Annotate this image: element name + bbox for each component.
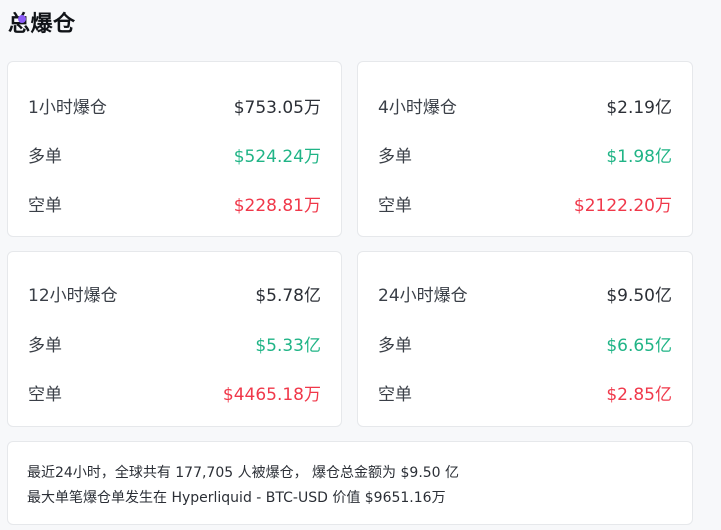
total-row: 4小时爆仓 $2.19亿 <box>378 93 672 118</box>
summary-card: 最近24小时，全球共有 177,705 人被爆仓， 爆仓总金额为 $9.50 亿… <box>7 441 693 525</box>
total-row: 24小时爆仓 $9.50亿 <box>378 281 672 306</box>
short-row: 空单 $4465.18万 <box>28 380 321 405</box>
long-label: 多单 <box>378 146 412 167</box>
short-value: $4465.18万 <box>222 384 321 405</box>
long-value: $1.98亿 <box>606 146 672 167</box>
long-row: 多单 $5.33亿 <box>28 331 321 356</box>
short-row: 空单 $2122.20万 <box>378 191 672 216</box>
page-title: 总爆仓 <box>8 12 76 37</box>
liquidation-card-1h: 1小时爆仓 $753.05万 多单 $524.24万 空单 $228.81万 <box>7 61 342 237</box>
short-value: $2.85亿 <box>606 384 672 405</box>
long-value: $5.33亿 <box>255 335 321 356</box>
long-row: 多单 $1.98亿 <box>378 142 672 167</box>
total-value: $9.50亿 <box>606 285 672 306</box>
total-value: $2.19亿 <box>606 97 672 118</box>
short-value: $2122.20万 <box>573 195 672 216</box>
short-value: $228.81万 <box>233 195 321 216</box>
short-label: 空单 <box>28 384 62 405</box>
title-dot-icon <box>18 15 26 23</box>
long-row: 多单 $6.65亿 <box>378 331 672 356</box>
total-value: $753.05万 <box>233 97 321 118</box>
long-value: $6.65亿 <box>606 335 672 356</box>
period-label: 1小时爆仓 <box>28 97 107 118</box>
period-label: 24小时爆仓 <box>378 285 468 306</box>
liquidation-card-12h: 12小时爆仓 $5.78亿 多单 $5.33亿 空单 $4465.18万 <box>7 251 342 427</box>
long-label: 多单 <box>28 146 62 167</box>
long-value: $524.24万 <box>233 146 321 167</box>
short-label: 空单 <box>378 384 412 405</box>
total-row: 1小时爆仓 $753.05万 <box>28 93 321 118</box>
short-label: 空单 <box>378 195 412 216</box>
long-row: 多单 $524.24万 <box>28 142 321 167</box>
long-label: 多单 <box>28 335 62 356</box>
liquidation-card-4h: 4小时爆仓 $2.19亿 多单 $1.98亿 空单 $2122.20万 <box>357 61 693 237</box>
total-row: 12小时爆仓 $5.78亿 <box>28 281 321 306</box>
period-label: 12小时爆仓 <box>28 285 118 306</box>
total-value: $5.78亿 <box>255 285 321 306</box>
summary-line-largest: 最大单笔爆仓单发生在 Hyperliquid - BTC-USD 价值 $965… <box>27 490 446 506</box>
short-label: 空单 <box>28 195 62 216</box>
period-label: 4小时爆仓 <box>378 97 457 118</box>
summary-line-total: 最近24小时，全球共有 177,705 人被爆仓， 爆仓总金额为 $9.50 亿 <box>27 465 460 481</box>
liquidation-card-24h: 24小时爆仓 $9.50亿 多单 $6.65亿 空单 $2.85亿 <box>357 251 693 427</box>
short-row: 空单 $228.81万 <box>28 191 321 216</box>
long-label: 多单 <box>378 335 412 356</box>
short-row: 空单 $2.85亿 <box>378 380 672 405</box>
